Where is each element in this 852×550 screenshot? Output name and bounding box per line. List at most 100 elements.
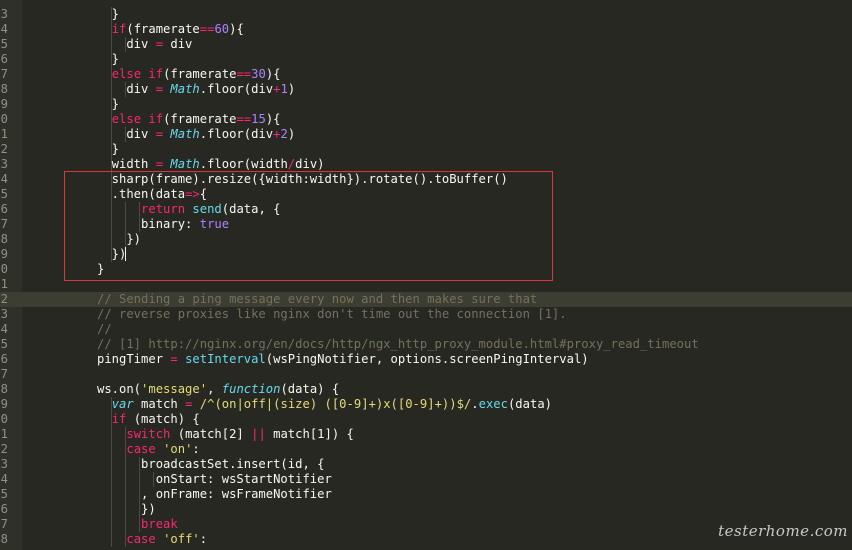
- code-token: .: [471, 397, 479, 411]
- code-token: }: [97, 97, 120, 111]
- code-text: broadcastSet.insert(id, {: [97, 457, 324, 472]
- line-number: 4: [0, 322, 8, 336]
- code-token: pingTimer: [97, 352, 171, 366]
- code-token: ||: [251, 427, 266, 441]
- code-token: (data) {: [280, 382, 340, 396]
- code-token: =: [155, 37, 164, 51]
- code-text: switch (match[2] || match[1]) {: [97, 427, 354, 442]
- code-token: onStart: wsStartNotifier: [97, 472, 332, 486]
- code-line[interactable]: 1 div = Math.floor(div+2): [0, 127, 852, 142]
- code-line[interactable]: 5 // [1] http://nginx.org/en/docs/http/ng…: [0, 337, 852, 352]
- code-token: case: [126, 532, 156, 546]
- code-token: =: [155, 127, 164, 141]
- code-line[interactable]: 7: [0, 367, 852, 382]
- code-token: ==: [236, 67, 252, 81]
- code-line[interactable]: 5 div = div: [0, 37, 852, 52]
- code-text: }: [97, 52, 119, 67]
- code-token: .floor(div: [199, 82, 274, 96]
- line-number: 5: [0, 187, 8, 201]
- line-number: 8: [0, 532, 8, 546]
- line-number: 3: [0, 307, 8, 321]
- code-token: (framerate: [163, 112, 237, 126]
- code-token: :: [199, 532, 208, 546]
- code-token: ){: [265, 112, 281, 126]
- code-token: broadcastSet.insert(id, {: [97, 457, 325, 471]
- line-number: 2: [0, 292, 8, 306]
- code-line[interactable]: 3 }: [0, 7, 852, 22]
- code-line[interactable]: 4 if(framerate==60){: [0, 22, 852, 37]
- code-token: 30: [251, 67, 266, 81]
- line-number: 0: [0, 262, 8, 276]
- code-text: if(framerate==60){: [97, 22, 244, 37]
- code-token: if: [111, 412, 127, 426]
- code-token: width: [97, 157, 156, 171]
- code-text: }: [97, 97, 119, 112]
- code-text: // [1] http://nginx.org/en/docs/http/ngx…: [97, 337, 699, 352]
- code-line[interactable]: 9 var match = /^(on|off|(size) ([0-9]+)x…: [0, 397, 852, 412]
- code-token: }): [97, 502, 156, 516]
- line-number: 9: [0, 397, 8, 411]
- code-token: /^(on|off|(size) ([0-9]+)x([0-9]+))$/: [199, 397, 472, 411]
- code-token: :: [192, 442, 200, 456]
- code-text: onStart: wsStartNotifier: [97, 472, 332, 487]
- line-number: 7: [0, 67, 8, 81]
- code-token: ): [287, 82, 296, 96]
- code-token: function: [221, 382, 281, 396]
- line-number: 7: [0, 217, 8, 231]
- code-line[interactable]: 2 }: [0, 142, 852, 157]
- line-number: 5: [0, 487, 8, 501]
- code-line[interactable]: 9 }: [0, 97, 852, 112]
- code-line[interactable]: 6 }): [0, 502, 852, 517]
- code-line[interactable]: 5 , onFrame: wsFrameNotifier: [0, 487, 852, 502]
- text-caret: [125, 247, 126, 261]
- code-token: (match) {: [126, 412, 200, 426]
- line-number: 5: [0, 37, 8, 51]
- code-token: // reverse proxies like nginx don't time…: [97, 307, 567, 321]
- line-number: 9: [0, 247, 8, 261]
- code-token: 2: [280, 127, 288, 141]
- code-line[interactable]: 6 pingTimer = setInterval(wsPingNotifier,…: [0, 352, 852, 367]
- code-text: div = Math.floor(div+2): [97, 127, 295, 142]
- code-text: else if(framerate==30){: [97, 67, 281, 82]
- line-number: 1: [0, 427, 8, 441]
- code-line[interactable]: 3 broadcastSet.insert(id, {: [0, 457, 852, 472]
- code-line[interactable]: 4 //: [0, 322, 852, 337]
- code-token: 'message': [141, 382, 208, 396]
- code-text: div = Math.floor(div+1): [97, 82, 295, 97]
- code-token: (wsPingNotifier, options.screenPingInter…: [265, 352, 589, 366]
- line-number: 0: [0, 412, 8, 426]
- code-line[interactable]: 4 onStart: wsStartNotifier: [0, 472, 852, 487]
- code-line[interactable]: 7 else if(framerate==30){: [0, 67, 852, 82]
- line-number: 4: [0, 472, 8, 486]
- code-line[interactable]: 2 // Sending a ping message every now and…: [0, 292, 852, 307]
- code-line[interactable]: 8 div = Math.floor(div+1): [0, 82, 852, 97]
- code-text: div = div: [97, 37, 192, 52]
- code-text: }: [97, 142, 119, 157]
- line-number: 8: [0, 82, 8, 96]
- code-line[interactable]: 6 }: [0, 52, 852, 67]
- code-line[interactable]: 0 if (match) {: [0, 412, 852, 427]
- code-line[interactable]: 1 switch (match[2] || match[1]) {: [0, 427, 852, 442]
- code-token: break: [141, 517, 178, 531]
- code-token: div): [295, 157, 325, 171]
- code-line[interactable]: 8 ws.on('message', function(data) {: [0, 382, 852, 397]
- code-token: (data): [507, 397, 552, 411]
- code-line[interactable]: 3 width = Math.floor(width/div): [0, 157, 852, 172]
- code-token: // [1] http://nginx.org/en/docs/http/ngx…: [97, 337, 699, 351]
- code-token: ==: [236, 112, 252, 126]
- watermark-text: testerhome.com: [718, 522, 848, 540]
- code-token: }: [97, 52, 120, 66]
- line-number: 4: [0, 172, 8, 186]
- code-token: div: [163, 37, 193, 51]
- line-number: 3: [0, 457, 8, 471]
- code-line[interactable]: 0 else if(framerate==15){: [0, 112, 852, 127]
- code-line[interactable]: 2 case 'on':: [0, 442, 852, 457]
- code-line[interactable]: 3 // reverse proxies like nginx don't tim…: [0, 307, 852, 322]
